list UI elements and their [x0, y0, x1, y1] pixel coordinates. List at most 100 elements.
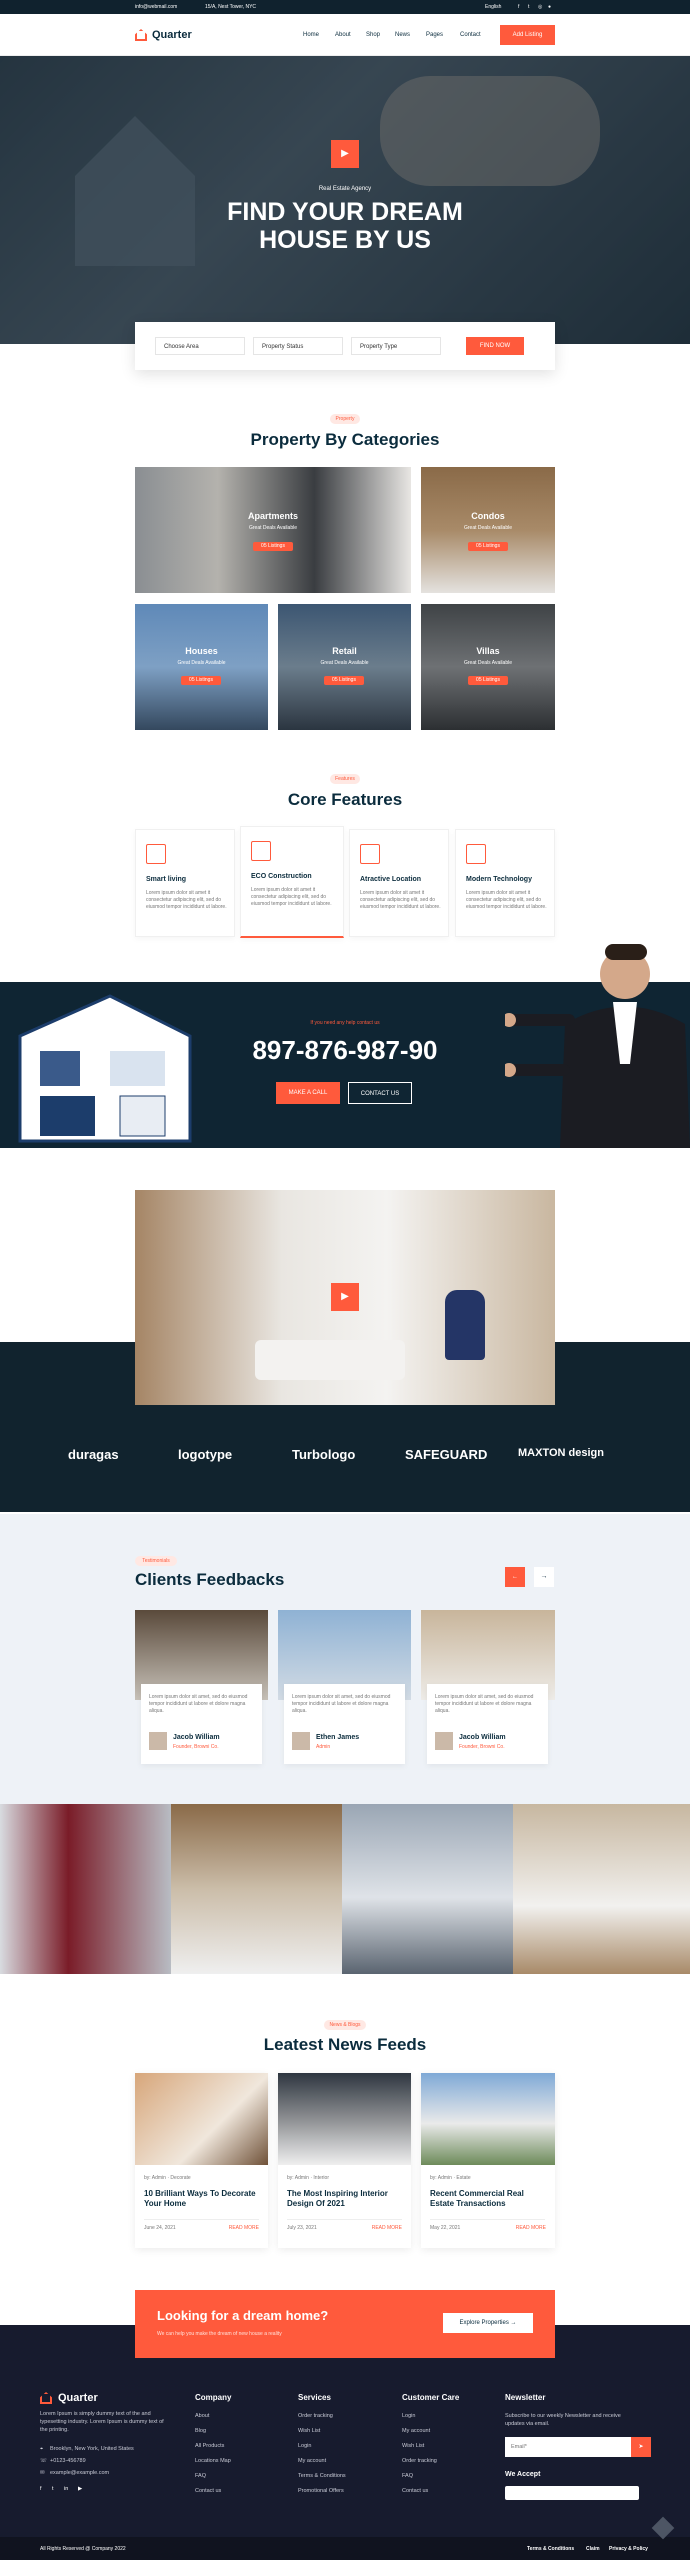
nav-contact[interactable]: Contact [460, 32, 481, 38]
footer-link[interactable]: FAQ [402, 2473, 413, 2479]
topbar-email[interactable]: info@webmail.com [135, 4, 177, 10]
logo-icon [135, 29, 147, 41]
feature-card-eco-construction[interactable]: ECO Construction Lorem ipsum dolor sit a… [240, 826, 344, 938]
dribbble-icon[interactable]: ● [548, 4, 551, 10]
news-card[interactable]: by: Admin · Decorate 10 Brilliant Ways T… [135, 2073, 268, 2248]
location-building-icon [360, 844, 380, 864]
youtube-icon[interactable]: ▶ [78, 2486, 82, 2492]
claim-link[interactable]: Claim [586, 2546, 600, 2552]
news-headline[interactable]: 10 Brilliant Ways To Decorate Your Home [144, 2189, 256, 2209]
gallery-image[interactable] [342, 1804, 513, 1974]
twitter-icon[interactable]: t [528, 4, 529, 10]
category-card-villas[interactable]: Villas Great Deals Available 05 Listings [421, 604, 555, 730]
make-a-call-button[interactable]: MAKE A CALL [276, 1082, 340, 1104]
privacy-link[interactable]: Privacy & Policy [609, 2546, 648, 2552]
footer-link[interactable]: All Products [195, 2443, 224, 2449]
send-icon[interactable]: ➤ [631, 2437, 651, 2457]
feature-desc: Lorem ipsum dolor sit amet it consectetu… [146, 890, 227, 910]
terms-link[interactable]: Terms & Conditions [527, 2546, 574, 2552]
testimonial-quote: Lorem ipsum dolor sit amet, sed do eiusm… [149, 1694, 248, 1714]
area-select[interactable]: Choose Area [155, 337, 245, 355]
footer-link[interactable]: My account [402, 2428, 430, 2434]
nav-shop[interactable]: Shop [366, 32, 380, 38]
feature-card-smart-living[interactable]: Smart living Lorem ipsum dolor sit amet … [135, 829, 235, 937]
category-card-houses[interactable]: Houses Great Deals Available 05 Listings [135, 604, 268, 730]
footer-link[interactable]: Wish List [298, 2428, 320, 2434]
category-count: 05 Listings [324, 676, 364, 685]
add-listing-button[interactable]: Add Listing [500, 25, 555, 45]
footer-link[interactable]: Contact us [402, 2488, 428, 2494]
read-more-link[interactable]: READ MORE [516, 2225, 546, 2231]
category-card-apartments[interactable]: Apartments Great Deals Available 05 List… [135, 467, 411, 593]
read-more-link[interactable]: READ MORE [372, 2225, 402, 2231]
category-card-retail[interactable]: Retail Great Deals Available 05 Listings [278, 604, 411, 730]
news-card[interactable]: by: Admin · Interior The Most Inspiring … [278, 2073, 411, 2248]
status-select[interactable]: Property Status [253, 337, 343, 355]
footer-logo-text[interactable]: Quarter [58, 2392, 98, 2404]
footer-phone[interactable]: +0123-456789 [50, 2458, 86, 2464]
footer-link[interactable]: Wish List [402, 2443, 424, 2449]
footer-link[interactable]: My account [298, 2458, 326, 2464]
feature-card-modern-technology[interactable]: Modern Technology Lorem ipsum dolor sit … [455, 829, 555, 937]
news-category[interactable]: Decorate [170, 2175, 190, 2181]
category-sub: Great Deals Available [464, 525, 512, 531]
next-arrow-icon[interactable]: → [534, 1567, 554, 1587]
news-category[interactable]: Estate [456, 2175, 470, 2181]
category-card-condos[interactable]: Condos Great Deals Available 05 Listings [421, 467, 555, 593]
nav-about[interactable]: About [335, 32, 351, 38]
feature-card-attractive-location[interactable]: Atractive Location Lorem ipsum dolor sit… [349, 829, 449, 937]
news-headline[interactable]: Recent Commercial Real Estate Transactio… [430, 2189, 542, 2209]
footer-link[interactable]: Locations Map [195, 2458, 231, 2464]
gallery-image[interactable] [513, 1804, 690, 1974]
footer-email[interactable]: example@example.com [50, 2470, 109, 2476]
banner-subtitle: We can help you make the dream of new ho… [157, 2331, 282, 2337]
footer-link[interactable]: Promotional Offers [298, 2488, 344, 2494]
gallery-image[interactable] [0, 1804, 171, 1974]
footer-link[interactable]: Login [402, 2413, 415, 2419]
hero-play-button[interactable]: ▶ [331, 140, 359, 168]
news-card[interactable]: by: Admin · Estate Recent Commercial Rea… [421, 2073, 555, 2248]
twitter-icon[interactable]: t [52, 2486, 54, 2492]
cta-phone-number[interactable]: 897-876-987-90 [0, 1035, 690, 1066]
news-headline[interactable]: The Most Inspiring Interior Design Of 20… [287, 2189, 399, 2209]
instagram-icon[interactable]: ◎ [538, 4, 542, 10]
hero-hand-image [380, 76, 600, 186]
explore-properties-button[interactable]: Explore Properties → [443, 2313, 533, 2333]
facebook-icon[interactable]: f [518, 4, 519, 10]
type-select[interactable]: Property Type [351, 337, 441, 355]
news-tag: News & Blogs [324, 2020, 366, 2030]
read-more-link[interactable]: READ MORE [229, 2225, 259, 2231]
feature-name: Atractive Location [360, 876, 422, 883]
footer-link[interactable]: FAQ [195, 2473, 206, 2479]
footer-link[interactable]: Terms & Conditions [298, 2473, 346, 2479]
language-select[interactable]: English [485, 4, 501, 10]
footer-link[interactable]: Order tracking [402, 2458, 437, 2464]
newsletter-text: Subscribe to our weekly Newsletter and r… [505, 2413, 621, 2427]
footer-link[interactable]: Contact us [195, 2488, 221, 2494]
feature-desc: Lorem ipsum dolor sit amet it consectetu… [360, 890, 441, 910]
linkedin-icon[interactable]: in [64, 2486, 68, 2492]
footer-link[interactable]: Login [298, 2443, 311, 2449]
footer-link[interactable]: Order tracking [298, 2413, 333, 2419]
footer-link[interactable]: About [195, 2413, 209, 2419]
mail-icon: ✉ [40, 2470, 45, 2476]
news-category[interactable]: Interior [313, 2175, 329, 2181]
contact-us-button[interactable]: CONTACT US [348, 1082, 412, 1104]
nav-news[interactable]: News [395, 32, 410, 38]
news-author: by: Admin [144, 2175, 166, 2181]
logo-text[interactable]: Quarter [152, 29, 192, 41]
find-now-button[interactable]: FIND NOW [466, 337, 524, 355]
categories-title: Property By Categories [250, 430, 440, 449]
footer-link[interactable]: Blog [195, 2428, 206, 2434]
nav-home[interactable]: Home [303, 32, 319, 38]
news-meta: by: Admin · Interior [287, 2175, 329, 2181]
prev-arrow-icon[interactable]: ← [505, 1567, 525, 1587]
brand-logo-turbologo: Turbologo [292, 1447, 356, 1462]
nav-pages[interactable]: Pages [426, 32, 443, 38]
facebook-icon[interactable]: f [40, 2486, 42, 2492]
gallery-image[interactable] [171, 1804, 342, 1974]
brand-logo-maxton: MAXTON design [518, 1447, 604, 1459]
newsletter-email-input[interactable] [505, 2437, 631, 2457]
video-play-button[interactable]: ▶ [331, 1283, 359, 1311]
testimonial-name: Jacob William [173, 1734, 220, 1741]
